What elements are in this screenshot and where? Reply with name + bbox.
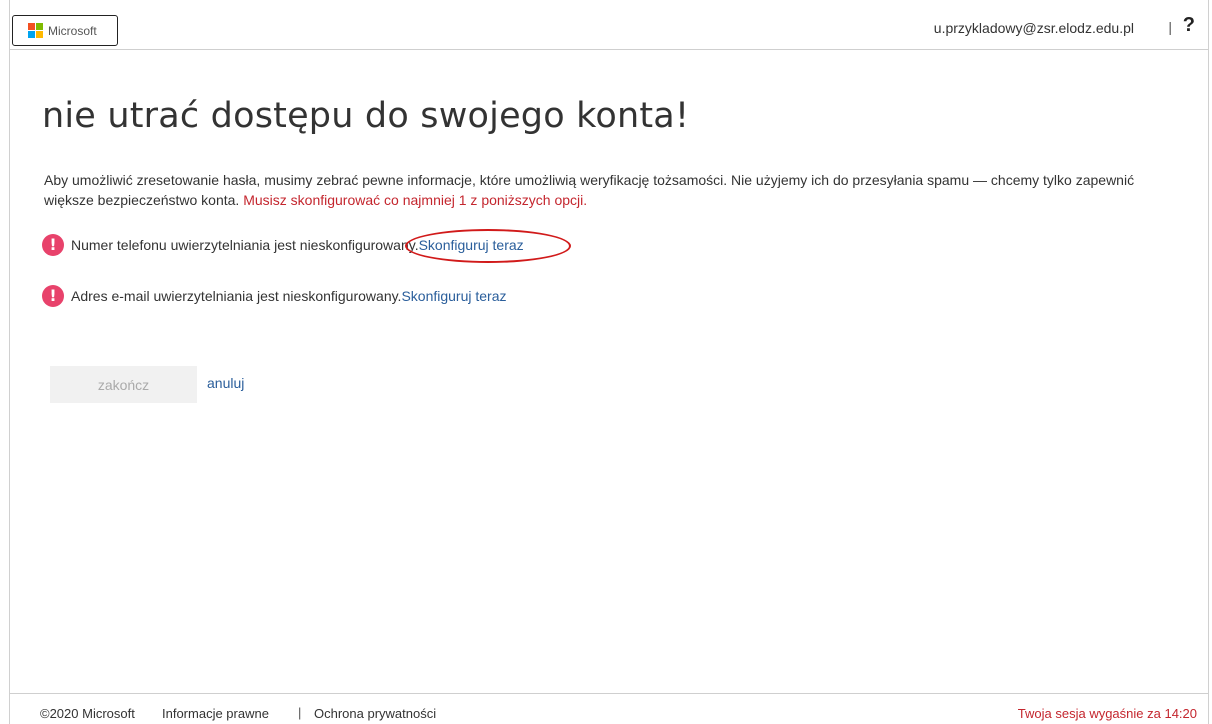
logo-square-red: [28, 23, 35, 30]
footer-privacy-link[interactable]: Ochrona prywatności: [314, 706, 436, 721]
microsoft-logo[interactable]: Microsoft: [12, 15, 118, 46]
top-bar: Microsoft u.przykladowy@zsr.elodz.edu.pl…: [9, 0, 1209, 50]
help-icon[interactable]: ?: [1183, 14, 1195, 37]
finish-button[interactable]: zakończ: [50, 366, 197, 403]
page-title: nie utrać dostępu do swojego konta!: [42, 96, 690, 136]
footer-copyright: ©2020 Microsoft: [40, 706, 135, 721]
microsoft-logo-icon: [28, 23, 43, 38]
configure-phone-link[interactable]: Skonfiguruj teraz: [419, 237, 524, 253]
logo-square-green: [36, 23, 43, 30]
auth-email-item: ! Adres e-mail uwierzytelniania jest nie…: [42, 285, 507, 307]
auth-email-text: Adres e-mail uwierzytelniania jest niesk…: [71, 288, 402, 304]
warning-icon: !: [42, 234, 64, 256]
intro-body: Aby umożliwić zresetowanie hasła, musimy…: [44, 172, 1135, 208]
logo-square-blue: [28, 31, 35, 38]
footer: ©2020 Microsoft Informacje prawne | Ochr…: [9, 693, 1209, 724]
warning-icon: !: [42, 285, 64, 307]
configure-email-link[interactable]: Skonfiguruj teraz: [401, 288, 506, 304]
header-separator: |: [1168, 19, 1172, 35]
auth-phone-text: Numer telefonu uwierzytelniania jest nie…: [71, 237, 419, 253]
intro-text: Aby umożliwić zresetowanie hasła, musimy…: [44, 170, 1184, 210]
intro-required-note: Musisz skonfigurować co najmniej 1 z pon…: [243, 192, 588, 208]
user-email[interactable]: u.przykladowy@zsr.elodz.edu.pl: [934, 20, 1134, 36]
annotation-circle: Skonfiguruj teraz: [404, 229, 571, 263]
logo-text: Microsoft: [48, 23, 97, 38]
footer-separator: |: [298, 705, 302, 720]
session-timer: Twoja sesja wygaśnie za 14:20: [1017, 706, 1197, 721]
logo-square-yellow: [36, 31, 43, 38]
auth-phone-item: ! Numer telefonu uwierzytelniania jest n…: [42, 229, 571, 263]
footer-legal-link[interactable]: Informacje prawne: [162, 706, 269, 721]
cancel-link[interactable]: anuluj: [207, 375, 244, 391]
